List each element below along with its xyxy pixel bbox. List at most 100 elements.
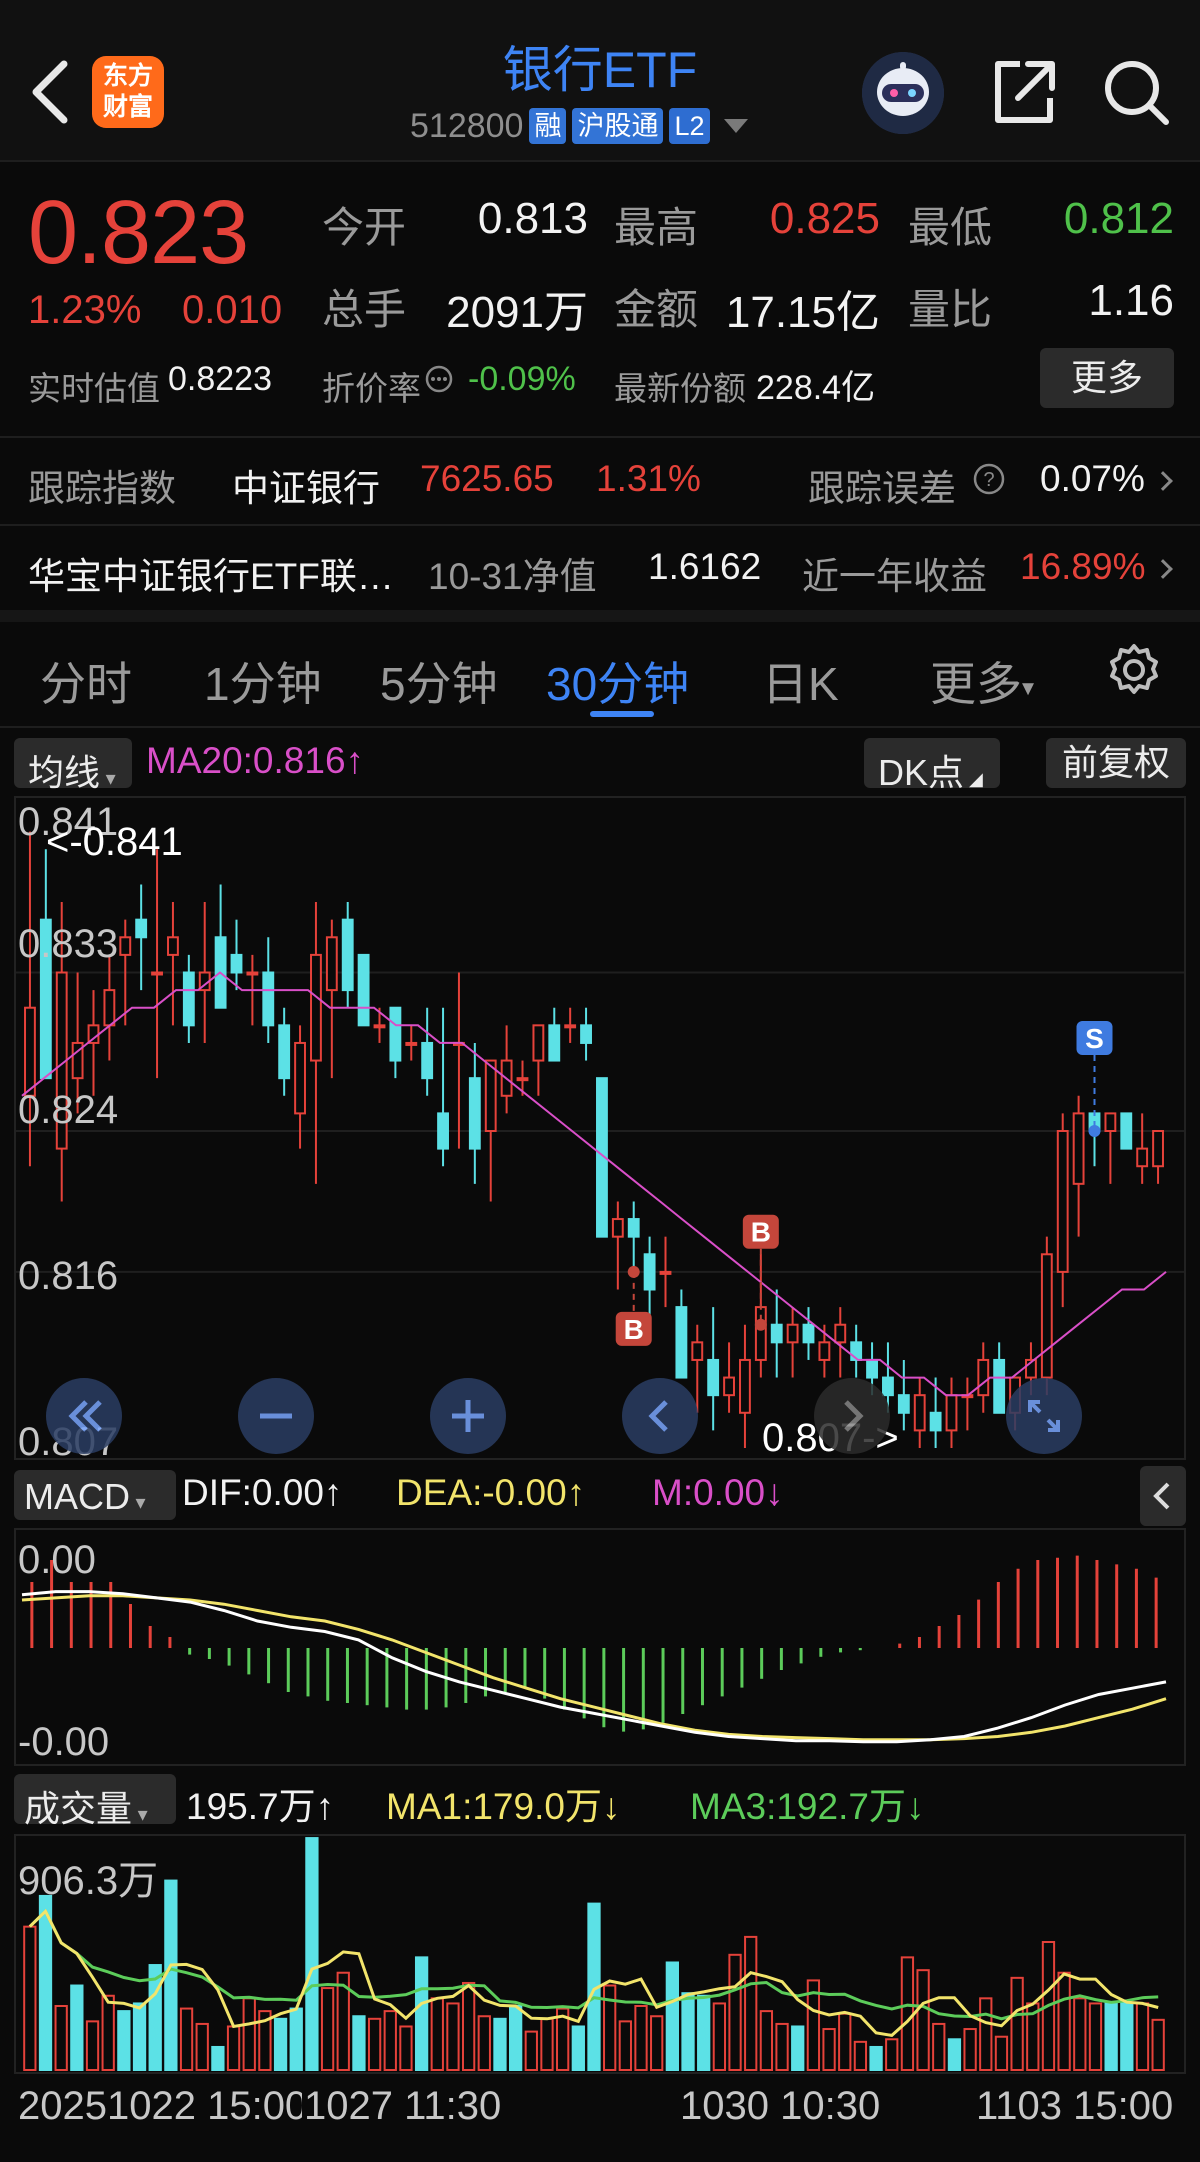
- candle-down: [770, 1323, 783, 1344]
- tracking-index-pct: 1.31%: [596, 458, 701, 499]
- volume-bar-up: [226, 2025, 241, 2072]
- volume-bar-down: [509, 2005, 523, 2071]
- macd-y-top: 0.00: [18, 1538, 96, 1582]
- dif-line: [21, 1590, 1167, 1744]
- volume-bar-up: [979, 1997, 993, 2072]
- tab-5min[interactable]: 5分钟: [380, 648, 498, 714]
- candle-down: [802, 1323, 815, 1344]
- robot-assistant-icon[interactable]: [862, 52, 944, 134]
- m-readout: M:0.00↓: [652, 1472, 784, 1513]
- volume-bar-up: [885, 2038, 899, 2071]
- candle-up: [818, 1341, 831, 1361]
- volume-bar-down: [414, 1956, 429, 2071]
- volume-selector-label: 成交量: [24, 1788, 133, 1829]
- volume-y-top: 906.3万: [18, 1859, 159, 1903]
- tab-30min[interactable]: 30分钟: [546, 648, 689, 714]
- volume-panel[interactable]: 906.3万: [14, 1834, 1186, 2074]
- forward-adjust-button[interactable]: 前复权: [1046, 738, 1186, 788]
- candle-down: [278, 1024, 291, 1080]
- iopv-value: 0.8223: [168, 360, 272, 398]
- tab-daily-k[interactable]: 日K: [762, 648, 839, 714]
- amount-label: 金额: [614, 286, 699, 333]
- dropdown-caret-icon[interactable]: [723, 119, 748, 133]
- collapse-panel-button[interactable]: [1140, 1466, 1186, 1526]
- candle-down: [993, 1358, 1006, 1414]
- volume-bar-up: [446, 2002, 460, 2071]
- macd-selector[interactable]: MACD ▾: [14, 1470, 176, 1520]
- x-tick-label: 1027 11:30: [302, 2084, 502, 2129]
- shares-value: 228.4亿: [756, 369, 876, 407]
- tab-1min[interactable]: 1分钟: [204, 648, 322, 714]
- ma-selector[interactable]: 均线 ▾: [14, 738, 132, 793]
- volume-bar-up: [1135, 2002, 1150, 2071]
- chevron-right-icon: [844, 1400, 864, 1432]
- dropdown-caret-icon: ▾: [130, 1492, 146, 1514]
- help-icon[interactable]: ?: [972, 462, 1006, 496]
- dropdown-caret-icon: ▾: [1022, 674, 1035, 702]
- tracking-index-label: 跟踪指数: [28, 468, 176, 509]
- open-label: 今开: [322, 204, 407, 251]
- x-tick-label: 1030 10:30: [680, 2084, 881, 2128]
- candle-up: [167, 936, 179, 956]
- volume-bar-up: [367, 2017, 382, 2071]
- volume-bar-up: [461, 1981, 476, 2071]
- share-icon[interactable]: [988, 56, 1060, 128]
- candle-down: [1120, 1112, 1133, 1150]
- candle-up: [739, 1358, 751, 1414]
- kline-chart: S B B: [16, 831, 1184, 1448]
- volume-bar-up: [524, 2030, 538, 2071]
- candle-down: [468, 1077, 481, 1150]
- volume-bar-down: [493, 2017, 507, 2071]
- candle-up: [310, 953, 322, 1062]
- dropdown-caret-icon: ▾: [100, 768, 116, 790]
- volume-chart: [23, 1837, 1165, 2072]
- more-button[interactable]: 更多: [1040, 348, 1174, 408]
- tracking-row[interactable]: 跟踪指数 中证银行 7625.65 1.31% 跟踪误差 ? 0.07%: [0, 438, 1200, 524]
- volume-bar-down: [947, 2038, 962, 2071]
- macd-panel[interactable]: 0.00 -0.00: [14, 1528, 1186, 1766]
- linked-fund-row[interactable]: 华宝中证银行ETF联… 10-31净值 1.6162 近一年收益 16.89%: [0, 526, 1200, 610]
- settings-gear-icon[interactable]: [1104, 640, 1164, 700]
- candle-down: [421, 1041, 434, 1080]
- tracking-error-value: 0.07%: [1040, 458, 1145, 499]
- volume-bar-up: [85, 2020, 100, 2072]
- search-icon[interactable]: [1100, 56, 1172, 128]
- volume-bar-up: [744, 1935, 758, 2071]
- volume-bar-down: [132, 2002, 147, 2071]
- fullscreen-button[interactable]: [1006, 1378, 1082, 1454]
- tab-more[interactable]: 更多▾: [930, 648, 1034, 714]
- zoom-out-button[interactable]: [238, 1378, 314, 1454]
- volume-readout: 195.7万↑: [186, 1786, 335, 1827]
- volume-bar-down: [273, 2017, 288, 2071]
- scroll-left-button[interactable]: [46, 1378, 122, 1454]
- step-left-button[interactable]: [622, 1378, 698, 1454]
- divider: [0, 726, 1200, 728]
- step-right-button[interactable]: [814, 1378, 890, 1454]
- volume-bar-up: [838, 2012, 852, 2071]
- zoom-in-button[interactable]: [430, 1378, 506, 1454]
- low-label: 最低: [908, 204, 993, 251]
- volume-bar-down: [1104, 2002, 1118, 2071]
- tab-intraday[interactable]: 分时: [40, 648, 132, 714]
- kline-panel[interactable]: SBB 0.841 0.833 0.824 0.816 0.807 <-0.84…: [14, 796, 1186, 1464]
- volume-bar-up: [1010, 1976, 1024, 2071]
- stock-connect-tag: 沪股通: [572, 108, 664, 144]
- volume-bar-down: [70, 1984, 84, 2071]
- signal-dot: [754, 1318, 767, 1331]
- candle-up: [913, 1394, 926, 1432]
- security-code-row[interactable]: 512800 融 沪股通 L2: [410, 104, 748, 148]
- volume-selector[interactable]: 成交量 ▾: [14, 1774, 176, 1829]
- info-icon[interactable]: [424, 364, 454, 394]
- volume-bar-up: [963, 2028, 977, 2072]
- volume-bar-down: [117, 2010, 131, 2071]
- shares-label: 最新份额: [614, 370, 746, 407]
- dk-point-label: DK点: [878, 752, 965, 793]
- x-tick-label: 20251022 15:00: [18, 2084, 308, 2128]
- candle-up: [516, 1077, 529, 1082]
- volume-bar-down: [211, 2045, 225, 2072]
- candle-down: [230, 953, 243, 974]
- dk-point-button[interactable]: DK点 ◢: [864, 738, 1000, 793]
- y-tick-label: 0.824: [18, 1088, 119, 1132]
- volume-bar-up: [650, 2015, 664, 2071]
- candle-up: [532, 1024, 545, 1062]
